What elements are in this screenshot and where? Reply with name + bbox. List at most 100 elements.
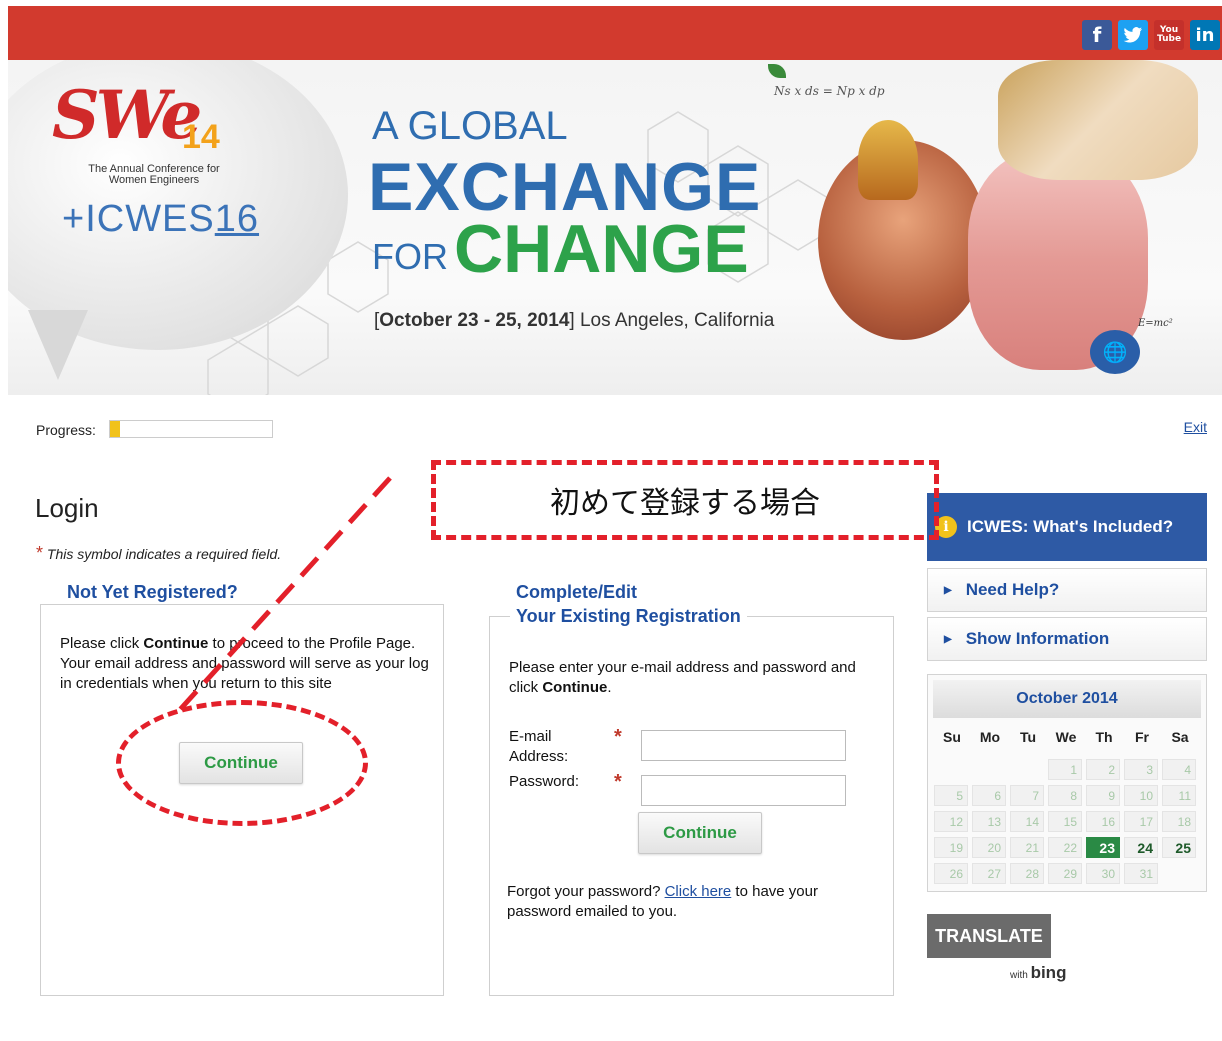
- new-registration-text-bold: Continue: [143, 635, 209, 652]
- calendar-month-title: October 2014: [933, 680, 1201, 718]
- calendar-day-18[interactable]: 18: [1162, 811, 1196, 832]
- password-label: Password:: [509, 773, 580, 790]
- translate-button[interactable]: TRANSLATE: [927, 914, 1051, 958]
- show-information-label: Show Information: [965, 629, 1110, 648]
- password-field[interactable]: [641, 775, 846, 806]
- required-note-text: This symbol indicates a required field.: [46, 546, 282, 562]
- social-links: f You Tube in: [1082, 20, 1220, 50]
- calendar-weekday-sa: Sa: [1171, 729, 1189, 745]
- forgot-text-1: Forgot your password?: [507, 883, 665, 900]
- icwes-logo-number: 16: [214, 198, 260, 240]
- icwes-logo-text: +ICWES: [62, 198, 215, 240]
- calendar-day-17[interactable]: 17: [1124, 811, 1158, 832]
- swe-logo-year: 14: [182, 118, 220, 156]
- calendar-day-5[interactable]: 5: [934, 785, 968, 806]
- top-bar: f You Tube in: [8, 6, 1222, 60]
- facebook-icon[interactable]: f: [1082, 20, 1112, 50]
- calendar-day-4[interactable]: 4: [1162, 759, 1196, 780]
- headline-change: CHANGE: [454, 211, 749, 287]
- calendar-weekday-fr: Fr: [1135, 729, 1149, 745]
- triangle-right-icon: ▶: [944, 584, 952, 596]
- whats-included-button[interactable]: i ICWES: What's Included?: [927, 493, 1207, 561]
- calendar-day-29[interactable]: 29: [1048, 863, 1082, 884]
- twitter-icon[interactable]: [1118, 20, 1148, 50]
- calendar-weekday-we: We: [1055, 729, 1077, 745]
- show-information-accordion[interactable]: ▶ Show Information: [927, 617, 1207, 661]
- required-field-note: * This symbol indicates a required field…: [36, 543, 281, 564]
- existing-text-bold: Continue: [542, 679, 608, 696]
- calendar-day-23[interactable]: 23: [1086, 837, 1120, 858]
- globe-icon: 🌐: [1090, 330, 1140, 374]
- event-location: Los Angeles, California: [579, 310, 775, 331]
- progress-label: Progress:: [36, 422, 96, 438]
- calendar-day-22[interactable]: 22: [1048, 837, 1082, 858]
- calendar-day-25[interactable]: 25: [1162, 837, 1196, 858]
- required-star-icon: *: [36, 543, 44, 563]
- calendar-day-24[interactable]: 24: [1124, 837, 1158, 858]
- calendar-day-27[interactable]: 27: [972, 863, 1006, 884]
- need-help-accordion[interactable]: ▶ Need Help?: [927, 568, 1207, 612]
- conference-banner: SWe 14 The Annual Conference for Women E…: [8, 60, 1222, 395]
- photo-woman-2: [998, 60, 1198, 180]
- email-label: E-mail Address:: [509, 728, 569, 765]
- calendar-day-3[interactable]: 3: [1124, 759, 1158, 780]
- existing-text-2: .: [607, 679, 612, 696]
- progress-bar: [109, 420, 273, 438]
- exit-link[interactable]: Exit: [1184, 419, 1207, 435]
- bing-with-text: with: [1010, 970, 1028, 981]
- existing-heading-line-1: Complete/Edit: [516, 582, 638, 602]
- calendar-day-19[interactable]: 19: [934, 837, 968, 858]
- email-field[interactable]: [641, 730, 846, 761]
- formula-emc2: E=mc²: [1138, 318, 1173, 329]
- calendar-day-31[interactable]: 31: [1124, 863, 1158, 884]
- login-continue-button[interactable]: Continue: [638, 812, 762, 854]
- annotation-callout-text: 初めて登録する場合: [550, 486, 820, 521]
- new-registration-text-1: Please click: [60, 635, 144, 652]
- email-required-star-icon: *: [614, 726, 622, 748]
- calendar-day-2[interactable]: 2: [1086, 759, 1120, 780]
- calendar-day-1[interactable]: 1: [1048, 759, 1082, 780]
- twitter-bird-icon: [1123, 27, 1142, 43]
- page-title: Login: [35, 493, 99, 523]
- linkedin-icon[interactable]: in: [1190, 20, 1220, 50]
- calendar-day-28[interactable]: 28: [1010, 863, 1044, 884]
- calendar-day-20[interactable]: 20: [972, 837, 1006, 858]
- existing-heading-line-2: Your Existing Registration: [516, 606, 741, 626]
- calendar-day-21[interactable]: 21: [1010, 837, 1044, 858]
- calendar-day-30[interactable]: 30: [1086, 863, 1120, 884]
- calendar-day-13[interactable]: 13: [972, 811, 1006, 832]
- password-required-star-icon: *: [614, 771, 622, 793]
- calendar-day-10[interactable]: 10: [1124, 785, 1158, 806]
- calendar-day-26[interactable]: 26: [934, 863, 968, 884]
- calendar-weekday-tu: Tu: [1019, 729, 1037, 745]
- icwes-logo: +ICWES16: [62, 198, 259, 241]
- new-registration-instructions: Please click Continue to proceed to the …: [60, 634, 430, 694]
- calendar-day-16[interactable]: 16: [1086, 811, 1120, 832]
- calendar-day-12[interactable]: 12: [934, 811, 968, 832]
- calendar-day-6[interactable]: 6: [972, 785, 1006, 806]
- need-help-label: Need Help?: [965, 580, 1060, 599]
- calendar-day-15[interactable]: 15: [1048, 811, 1082, 832]
- calendar-day-14[interactable]: 14: [1010, 811, 1044, 832]
- headline-for: FOR: [372, 236, 448, 277]
- calendar-weekday-su: Su: [943, 729, 961, 745]
- calendar-day-7[interactable]: 7: [1010, 785, 1044, 806]
- forgot-password-text: Forgot your password? Click here to have…: [507, 882, 877, 922]
- headline-global: A GLOBAL: [372, 104, 568, 148]
- whats-included-label: ICWES: What's Included?: [967, 517, 1174, 536]
- progress-bar-fill: [110, 421, 120, 437]
- youtube-icon-bottom: Tube: [1156, 34, 1182, 44]
- calendar-day-8[interactable]: 8: [1048, 785, 1082, 806]
- new-registration-heading: Not Yet Registered?: [61, 580, 244, 604]
- bing-name-text: bing: [1030, 963, 1067, 982]
- event-date-range: October 23 - 25, 2014: [379, 310, 570, 331]
- forgot-password-link[interactable]: Click here: [665, 883, 732, 900]
- calendar-day-9[interactable]: 9: [1086, 785, 1120, 806]
- existing-registration-instructions: Please enter your e-mail address and pas…: [509, 658, 869, 698]
- logo-subtitle: The Annual Conference for Women Engineer…: [88, 163, 220, 186]
- swe-logo: SWe: [52, 76, 202, 154]
- youtube-icon[interactable]: You Tube: [1154, 20, 1184, 50]
- annotation-highlight-ellipse: [116, 700, 368, 826]
- calendar-day-11[interactable]: 11: [1162, 785, 1196, 806]
- logo-bubble-tail: [28, 310, 88, 380]
